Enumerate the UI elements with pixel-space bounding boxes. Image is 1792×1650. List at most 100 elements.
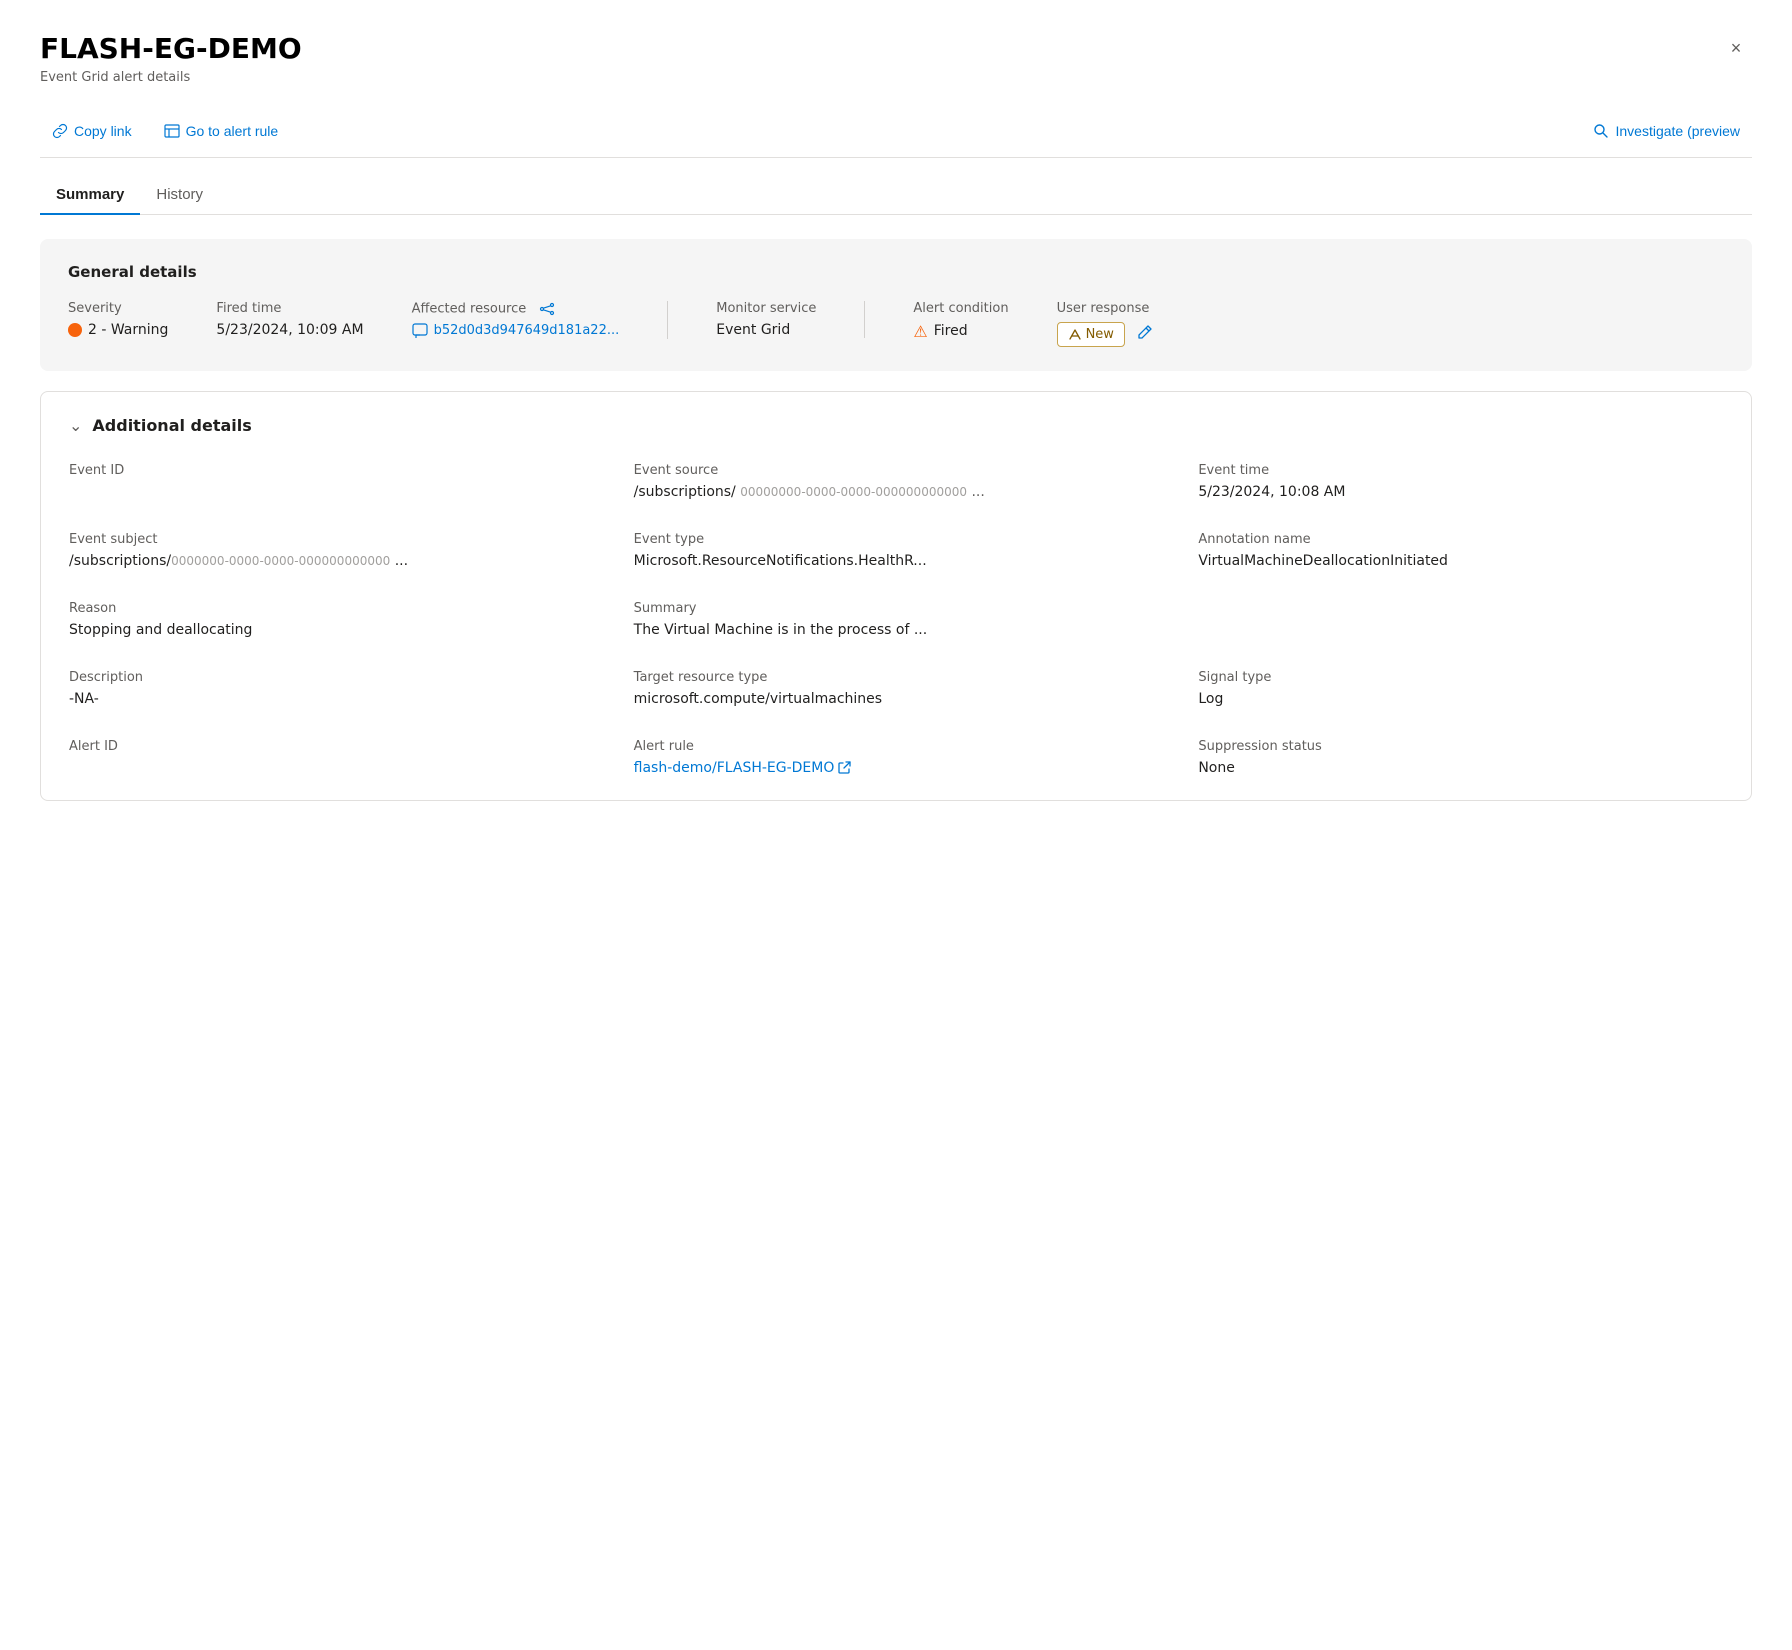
general-details-grid: Severity 2 - Warning Fired time 5/23/202… [68, 301, 1724, 347]
event-source-label: Event source [634, 463, 1159, 478]
event-source-value: /subscriptions/ 00000000-0000-0000-00000… [634, 484, 1159, 500]
close-icon: × [1731, 38, 1742, 59]
additional-details-card: ⌄ Additional details Event ID Event sour… [40, 391, 1752, 801]
alert-condition-text: Fired [934, 323, 968, 339]
event-subject-label: Event subject [69, 532, 594, 547]
user-response-col: User response New [1057, 301, 1159, 347]
copy-link-button[interactable]: Copy link [40, 117, 144, 145]
fired-time-col: Fired time 5/23/2024, 10:09 AM [216, 301, 363, 338]
detail-item-event-source: Event source /subscriptions/ 00000000-00… [634, 463, 1159, 500]
severity-value: 2 - Warning [68, 322, 168, 338]
panel-header: FLASH-EG-DEMO Event Grid alert details × [40, 32, 1752, 85]
new-badge: New [1057, 322, 1125, 347]
detail-item-event-subject: Event subject /subscriptions/0000000-000… [69, 532, 594, 569]
description-label: Description [69, 670, 594, 685]
close-button[interactable]: × [1720, 32, 1752, 64]
alert-condition-col: Alert condition ⚠ Fired [913, 301, 1008, 341]
additional-details-header[interactable]: ⌄ Additional details [69, 416, 1723, 435]
warning-triangle-icon: ⚠ [913, 322, 927, 341]
affected-resource-value: b52d0d3d947649d181a22... [412, 323, 620, 339]
alert-rule-value[interactable]: flash-demo/FLASH-EG-DEMO [634, 760, 1159, 776]
new-badge-icon [1068, 327, 1082, 341]
external-link-icon [838, 761, 851, 774]
additional-details-title: Additional details [92, 416, 251, 435]
user-response-label: User response [1057, 301, 1159, 316]
alert-detail-panel: FLASH-EG-DEMO Event Grid alert details ×… [0, 0, 1792, 1650]
monitor-service-col: Monitor service Event Grid [716, 301, 865, 338]
copy-link-label: Copy link [74, 123, 132, 139]
tab-summary[interactable]: Summary [40, 178, 140, 215]
alert-id-label: Alert ID [69, 739, 594, 754]
detail-item-signal-type: Signal type Log [1198, 670, 1723, 707]
monitor-service-label: Monitor service [716, 301, 816, 316]
summary-field-value: The Virtual Machine is in the process of… [634, 622, 1159, 638]
user-response-value: New [1057, 322, 1159, 347]
detail-item-description: Description -NA- [69, 670, 594, 707]
signal-type-value: Log [1198, 691, 1723, 707]
target-resource-type-label: Target resource type [634, 670, 1159, 685]
event-type-value: Microsoft.ResourceNotifications.HealthR.… [634, 553, 1159, 569]
alert-condition-label: Alert condition [913, 301, 1008, 316]
resource-share-icon [539, 301, 555, 317]
go-to-alert-rule-label: Go to alert rule [186, 123, 279, 139]
toolbar: Copy link Go to alert rule Investigate (… [40, 105, 1752, 158]
target-resource-type-value: microsoft.compute/virtualmachines [634, 691, 1159, 707]
toolbar-left: Copy link Go to alert rule [40, 117, 290, 145]
event-time-label: Event time [1198, 463, 1723, 478]
go-to-alert-rule-button[interactable]: Go to alert rule [152, 117, 291, 145]
search-icon [1593, 123, 1609, 139]
detail-item-reason: Reason Stopping and deallocating [69, 601, 594, 638]
detail-item-alert-id: Alert ID [69, 739, 594, 776]
investigate-button[interactable]: Investigate (preview [1581, 117, 1752, 145]
affected-resource-col: Affected resource b52d0d3 [412, 301, 669, 339]
detail-item-empty-1 [1198, 601, 1723, 638]
affected-resource-label: Affected resource [412, 301, 620, 317]
additional-details-grid: Event ID Event source /subscriptions/ 00… [69, 463, 1723, 776]
alert-condition-value: ⚠ Fired [913, 322, 1008, 341]
investigate-label: Investigate (preview [1615, 123, 1740, 139]
detail-item-alert-rule: Alert rule flash-demo/FLASH-EG-DEMO [634, 739, 1159, 776]
summary-field-label: Summary [634, 601, 1159, 616]
fired-time-value: 5/23/2024, 10:09 AM [216, 322, 363, 338]
reason-label: Reason [69, 601, 594, 616]
detail-item-target-resource-type: Target resource type microsoft.compute/v… [634, 670, 1159, 707]
detail-item-annotation-name: Annotation name VirtualMachineDeallocati… [1198, 532, 1723, 569]
severity-text: 2 - Warning [88, 322, 168, 338]
general-details-title: General details [68, 263, 1724, 281]
alert-rule-link-text: flash-demo/FLASH-EG-DEMO [634, 760, 835, 776]
annotation-name-value: VirtualMachineDeallocationInitiated [1198, 553, 1723, 569]
suppression-status-label: Suppression status [1198, 739, 1723, 754]
reason-value: Stopping and deallocating [69, 622, 594, 638]
annotation-name-label: Annotation name [1198, 532, 1723, 547]
panel-title: FLASH-EG-DEMO [40, 32, 302, 66]
event-subject-value: /subscriptions/0000000-0000-0000-0000000… [69, 553, 594, 569]
chevron-down-icon: ⌄ [69, 416, 82, 435]
detail-item-event-time: Event time 5/23/2024, 10:08 AM [1198, 463, 1723, 500]
detail-item-event-type: Event type Microsoft.ResourceNotificatio… [634, 532, 1159, 569]
detail-item-summary: Summary The Virtual Machine is in the pr… [634, 601, 1159, 638]
table-icon [164, 123, 180, 139]
severity-label: Severity [68, 301, 168, 316]
panel-subtitle: Event Grid alert details [40, 70, 302, 85]
event-id-label: Event ID [69, 463, 594, 478]
tab-history[interactable]: History [140, 178, 219, 215]
tabs-container: Summary History [40, 178, 1752, 215]
new-badge-text: New [1086, 327, 1114, 342]
suppression-status-value: None [1198, 760, 1723, 776]
affected-resource-link[interactable]: b52d0d3d947649d181a22... [434, 323, 620, 338]
event-type-label: Event type [634, 532, 1159, 547]
event-time-value: 5/23/2024, 10:08 AM [1198, 484, 1723, 500]
description-value: -NA- [69, 691, 594, 707]
panel-title-group: FLASH-EG-DEMO Event Grid alert details [40, 32, 302, 85]
detail-item-event-id: Event ID [69, 463, 594, 500]
fired-time-label: Fired time [216, 301, 363, 316]
link-icon [52, 123, 68, 139]
severity-dot-icon [68, 323, 82, 337]
monitor-service-value: Event Grid [716, 322, 816, 338]
pencil-icon [1137, 324, 1153, 340]
edit-user-response-button[interactable] [1131, 322, 1159, 347]
tab-summary-label: Summary [56, 186, 124, 203]
alert-rule-label: Alert rule [634, 739, 1159, 754]
signal-type-label: Signal type [1198, 670, 1723, 685]
severity-col: Severity 2 - Warning [68, 301, 168, 338]
